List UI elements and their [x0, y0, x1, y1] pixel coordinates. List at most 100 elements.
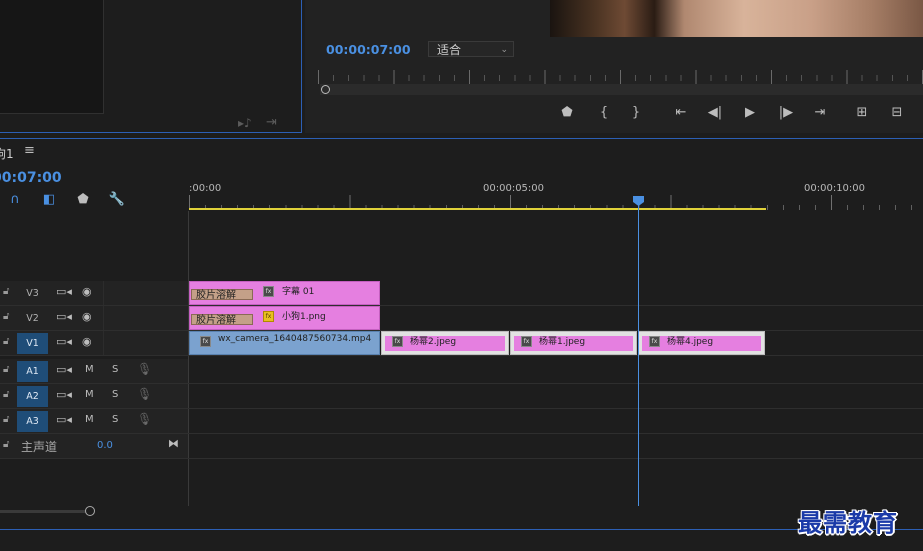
- track-header-master: 🔓︎ 主声道 0.0 ⧓: [0, 434, 188, 458]
- ruler-label-10s: 00:00:10:00: [804, 183, 866, 194]
- transition-v3[interactable]: 胶片溶解: [191, 289, 253, 301]
- sync-lock-icon[interactable]: ▭◂: [56, 388, 72, 401]
- watermark-logo: 最需教育: [798, 508, 898, 537]
- clip-v1-image-1[interactable]: fx 杨幂2.jpeg: [381, 331, 509, 355]
- extract-icon[interactable]: ⊟: [887, 104, 907, 122]
- track-target-a3[interactable]: A3: [17, 411, 48, 432]
- track-row-a3: 🔓︎ A3 ▭◂ M S 🎙︎: [0, 409, 923, 434]
- clip-v1-image-3[interactable]: fx 杨幂4.jpeg: [638, 331, 765, 355]
- master-track-label: 主声道: [21, 440, 58, 454]
- mark-out-icon[interactable]: }: [626, 104, 646, 122]
- fx-icon: fx: [649, 336, 660, 347]
- track-target-a1[interactable]: A1: [17, 361, 48, 382]
- track-row-a1: 🔓︎ A1 ▭◂ M S 🎙︎: [0, 359, 923, 384]
- program-time-ruler[interactable]: [318, 70, 923, 84]
- panel-menu-icon[interactable]: ≡: [24, 143, 35, 158]
- zoom-scroll-handle[interactable]: [85, 506, 95, 516]
- microphone-icon[interactable]: 🎙︎: [137, 362, 152, 376]
- solo-button[interactable]: S: [112, 364, 118, 375]
- go-to-in-icon[interactable]: ⇤: [671, 104, 691, 122]
- zoom-scroll-track: [0, 510, 86, 513]
- fit-zoom-select[interactable]: 适合 ⌄: [428, 41, 514, 57]
- panel-divider: [0, 138, 923, 139]
- lock-icon[interactable]: 🔓︎: [3, 364, 9, 375]
- export-frame-icon[interactable]: ▸♪: [238, 116, 252, 130]
- clip-v1-image-2[interactable]: fx 杨幂1.jpeg: [510, 331, 637, 355]
- track-row-v1: 🔓︎ V1 ▭◂ ◉ fx wx_camera_1640487560734.mp…: [0, 331, 923, 356]
- source-monitor-viewer: [0, 0, 104, 114]
- track-row-v2: 🔓︎ V2 ▭◂ ◉ 胶片溶解 fx 小狗1.png: [0, 306, 923, 331]
- add-marker-icon[interactable]: ⬟: [74, 192, 92, 207]
- track-header-v3: 🔓︎ V3 ▭◂ ◉: [0, 281, 188, 305]
- eye-icon[interactable]: ◉: [82, 310, 92, 323]
- program-timecode[interactable]: 00:00:07:00: [326, 42, 411, 57]
- track-header-a3: 🔓︎ A3 ▭◂ M S 🎙︎: [0, 409, 188, 433]
- fx-icon: fx: [263, 311, 274, 322]
- track-header-divider: [103, 331, 104, 355]
- fx-icon: fx: [263, 286, 274, 297]
- mark-in-icon[interactable]: {: [594, 104, 614, 122]
- clip-name: wx_camera_1640487560734.mp4: [218, 334, 372, 344]
- track-target-v2[interactable]: V2: [17, 308, 48, 329]
- ruler-label-start: :00:00: [189, 183, 222, 194]
- go-to-end-icon[interactable]: ⧓: [168, 437, 179, 450]
- track-header-v2: 🔓︎ V2 ▭◂ ◉: [0, 306, 188, 330]
- microphone-icon[interactable]: 🎙︎: [137, 387, 152, 401]
- timeline-timecode[interactable]: 00:07:00: [0, 170, 62, 186]
- linked-selection-icon[interactable]: ◧: [40, 192, 58, 207]
- clip-v2-image[interactable]: 胶片溶解 fx 小狗1.png: [189, 306, 380, 330]
- track-row-a2: 🔓︎ A2 ▭◂ M S 🎙︎: [0, 384, 923, 409]
- eye-icon[interactable]: ◉: [82, 285, 92, 298]
- clip-name: 杨幂2.jpeg: [410, 337, 457, 347]
- camera-icon[interactable]: ▭◂: [56, 285, 72, 298]
- insert-icon[interactable]: ⇥: [266, 115, 277, 130]
- mute-button[interactable]: M: [85, 414, 94, 425]
- camera-icon[interactable]: ▭◂: [56, 335, 72, 348]
- program-playhead-handle[interactable]: [321, 85, 330, 94]
- lock-icon[interactable]: 🔓︎: [3, 439, 9, 450]
- snap-icon[interactable]: ∩: [6, 192, 24, 207]
- track-header-a1: 🔓︎ A1 ▭◂ M S 🎙︎: [0, 359, 188, 383]
- fx-icon: fx: [200, 336, 211, 347]
- fx-icon: fx: [521, 336, 532, 347]
- solo-button[interactable]: S: [112, 414, 118, 425]
- work-area-bar[interactable]: [189, 208, 766, 210]
- program-video-frame: [550, 0, 923, 37]
- lock-icon[interactable]: 🔓︎: [3, 336, 9, 347]
- sync-lock-icon[interactable]: ▭◂: [56, 413, 72, 426]
- sync-lock-icon[interactable]: ▭◂: [56, 363, 72, 376]
- mute-button[interactable]: M: [85, 389, 94, 400]
- lock-icon[interactable]: 🔓︎: [3, 389, 9, 400]
- clip-v3-title[interactable]: 胶片溶解 fx 字幕 01: [189, 281, 380, 305]
- playhead-line[interactable]: [638, 205, 639, 506]
- track-target-a2[interactable]: A2: [17, 386, 48, 407]
- lock-icon[interactable]: 🔓︎: [3, 311, 9, 322]
- marker-icon[interactable]: ⬟: [557, 104, 577, 122]
- track-target-v1[interactable]: V1: [17, 333, 48, 354]
- timeline-zoom-scrollbar[interactable]: [0, 506, 190, 516]
- eye-icon[interactable]: ◉: [82, 335, 92, 348]
- transition-v2[interactable]: 胶片溶解: [191, 314, 253, 326]
- track-row-v3: 🔓︎ V3 ▭◂ ◉ 胶片溶解 fx 字幕 01: [0, 281, 923, 306]
- clip-v1-video[interactable]: fx wx_camera_1640487560734.mp4: [189, 331, 380, 355]
- camera-icon[interactable]: ▭◂: [56, 310, 72, 323]
- track-target-v3[interactable]: V3: [17, 283, 48, 304]
- lift-icon[interactable]: ⊞: [852, 104, 872, 122]
- clip-name: 字幕 01: [282, 287, 315, 297]
- sequence-tab-label[interactable]: 狗1: [0, 145, 14, 162]
- wrench-icon[interactable]: 🔧: [108, 192, 126, 207]
- step-back-icon[interactable]: ◀|: [705, 104, 725, 122]
- mute-button[interactable]: M: [85, 364, 94, 375]
- clip-name: 小狗1.png: [282, 312, 326, 322]
- chevron-down-icon: ⌄: [500, 45, 508, 55]
- fx-icon: fx: [392, 336, 403, 347]
- step-forward-icon[interactable]: |▶: [776, 104, 796, 122]
- lock-icon[interactable]: 🔓︎: [3, 414, 9, 425]
- play-icon[interactable]: ▶: [740, 104, 760, 122]
- program-scrub-bar[interactable]: [320, 84, 923, 95]
- master-volume-value[interactable]: 0.0: [97, 440, 113, 451]
- solo-button[interactable]: S: [112, 389, 118, 400]
- go-to-out-icon[interactable]: ⇥: [810, 104, 830, 122]
- lock-icon[interactable]: 🔓︎: [3, 286, 9, 297]
- microphone-icon[interactable]: 🎙︎: [137, 412, 152, 426]
